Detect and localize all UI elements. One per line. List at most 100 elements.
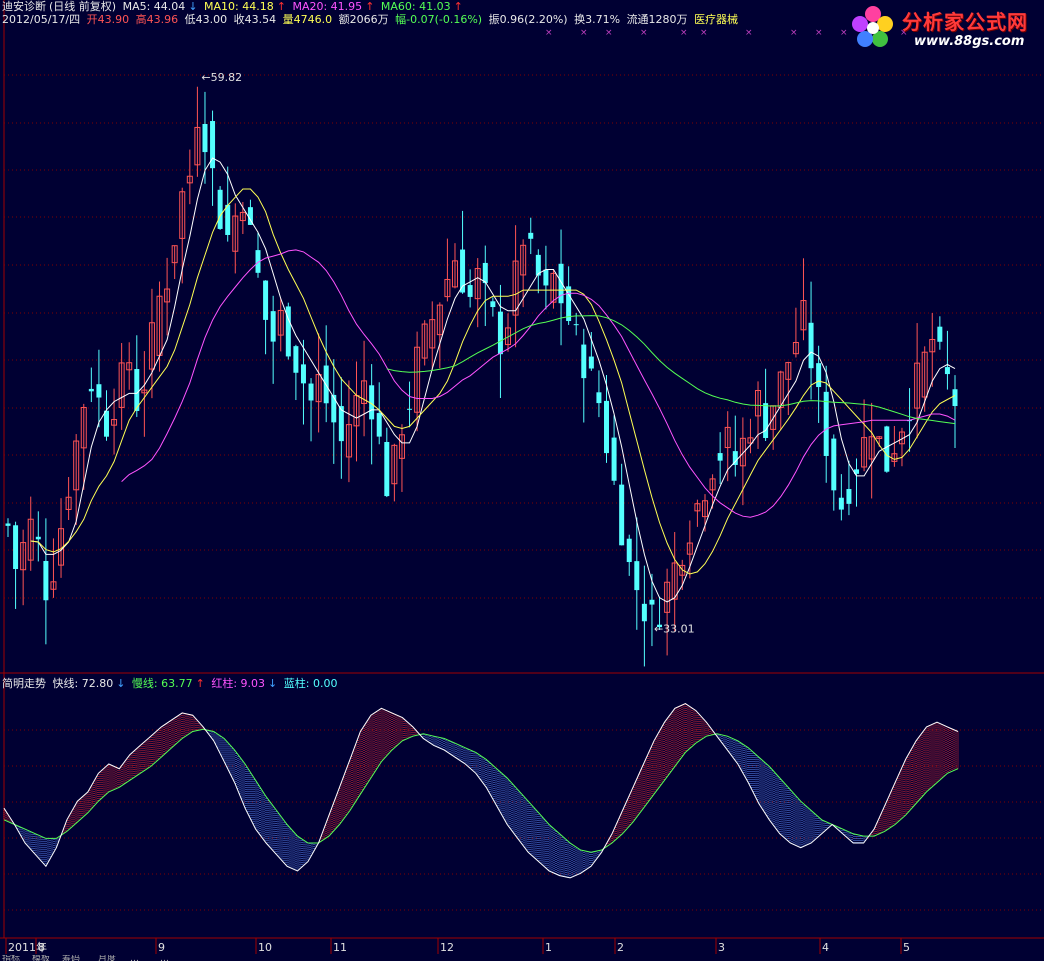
logo-title: 分析家公式网 [902, 10, 1028, 34]
tab-4[interactable]: … [130, 955, 139, 961]
candle-body [641, 603, 647, 622]
axis-tick-label: 12 [440, 941, 454, 954]
candle-body [831, 438, 837, 491]
axis-tick-label: 2 [617, 941, 624, 954]
ma-header: 迪安诊断 (日线 前复权) MA5: 44.04 ↓ MA10: 44.18 ↑ MA… [2, 0, 466, 13]
ma20-label: MA20: 41.95 [292, 0, 363, 13]
blue-bar-label: 蓝柱: 0.00 [283, 677, 338, 690]
indicator-header: 简明走势 快线: 72.80 ↓ 慢线: 63.77 ↑ 红柱: 9.03 ↓ 蓝柱:… [2, 677, 340, 690]
candle-body [952, 389, 958, 407]
candle-body [626, 538, 632, 563]
volume-label: 量4746.0 [282, 13, 333, 26]
amplitude-label: 振0.96(2.20%) [488, 13, 568, 26]
site-logo: 分析家公式网 www.88gs.com [844, 0, 1044, 58]
candle-body [43, 560, 49, 601]
axis-tick-label: 1 [545, 941, 552, 954]
candle-body [384, 441, 390, 497]
candle-body [634, 561, 640, 591]
chart-canvas: ←59.82←33.012011年8 9 10 11 12 1 2 3 4 5× × × × × × × × × ×… [0, 0, 1044, 954]
candle-body [482, 262, 488, 284]
event-marker-icon: × [790, 28, 798, 38]
tab-0[interactable]: 指标 [2, 955, 20, 961]
candle-body [96, 384, 102, 398]
tab-1[interactable]: 模板 [32, 955, 50, 961]
candle-body [763, 403, 769, 438]
candle-body [270, 311, 276, 342]
candle-body [543, 269, 549, 286]
axis-tick-label: 8 [38, 941, 45, 954]
candle-body [293, 346, 299, 373]
candle-body [808, 322, 814, 369]
date-label: 2012/05/17/四 [2, 13, 81, 26]
tab-3[interactable]: 月度 [98, 955, 116, 961]
candle-body [300, 364, 306, 384]
sector-label: 医疗器械 [694, 13, 739, 26]
candle-body [816, 363, 822, 388]
bottom-tab-bar: 指标 模板 筹码 月度 … … [0, 955, 1044, 961]
candle-body [937, 326, 943, 342]
arrow-up-icon: ↑ [276, 0, 286, 13]
ma60-label: MA60: 41.03 [380, 0, 451, 13]
candle-body [467, 285, 473, 297]
candle-body [596, 392, 602, 404]
event-marker-icon: × [815, 28, 823, 38]
candle-body [225, 204, 231, 235]
event-marker-icon: × [605, 28, 613, 38]
candle-body [202, 123, 208, 153]
event-marker-icon: × [545, 28, 553, 38]
period-label: (日线 前复权) [49, 0, 117, 13]
arrow-down-icon: ↓ [116, 677, 126, 690]
candle-body [611, 437, 617, 481]
ma60-line [386, 315, 956, 425]
turnover-label: 换3.71% [574, 13, 621, 26]
chart-window: { "header": { "stock_name": "迪安诊断", "per… [0, 0, 1044, 961]
axis-tick-label: 10 [258, 941, 272, 954]
ma5-label: MA5: 44.04 [122, 0, 186, 13]
candle-body [407, 408, 413, 410]
candle-body [308, 383, 314, 401]
candle-body [717, 453, 723, 461]
event-marker-icon: × [680, 28, 688, 38]
low-price-annotation: ←33.01 [654, 623, 695, 636]
flower-logo-icon [852, 6, 893, 47]
tab-2[interactable]: 筹码 [62, 955, 80, 961]
event-marker-icon: × [580, 28, 588, 38]
candle-body [217, 189, 223, 229]
candle-body [588, 356, 594, 369]
high-price-annotation: ←59.82 [201, 71, 242, 84]
candle-body [103, 410, 109, 437]
candle-body [13, 525, 19, 570]
axis-tick-label: 11 [333, 941, 347, 954]
candle-body [263, 280, 269, 320]
arrow-down-icon: ↓ [268, 677, 278, 690]
red-bar-label: 红柱: 9.03 [211, 677, 266, 690]
candle-body [528, 232, 534, 239]
logo-url: www.88gs.com [914, 34, 1025, 49]
arrow-down-icon: ↓ [188, 0, 198, 13]
event-marker-icon: × [640, 28, 648, 38]
candle-body [331, 394, 337, 423]
candle-body [490, 301, 496, 308]
candle-body [649, 599, 655, 605]
arrow-up-icon: ↑ [453, 0, 463, 13]
ma10-label: MA10: 44.18 [204, 0, 274, 13]
axis-tick-label: 3 [718, 941, 725, 954]
candle-body [619, 484, 625, 546]
axis-tick-label: 4 [822, 941, 829, 954]
tab-5[interactable]: … [160, 955, 169, 961]
stock-name: 迪安诊断 [2, 0, 46, 13]
candle-body [497, 311, 503, 355]
candle-body [376, 413, 382, 437]
candle-body [581, 344, 587, 379]
low-label: 低43.00 [184, 13, 228, 26]
fast-line-label: 快线: 72.80 [52, 677, 114, 690]
candle-body [573, 324, 579, 326]
arrow-up-icon: ↑ [365, 0, 375, 13]
amount-label: 额2066万 [338, 13, 389, 26]
arrow-up-icon: ↑ [195, 677, 205, 690]
candle-body [838, 497, 844, 510]
change-label: 幅-0.07(-0.16%) [395, 13, 483, 26]
open-label: 开43.90 [86, 13, 130, 26]
event-marker-icon: × [700, 28, 708, 38]
float-label: 流通1280万 [626, 13, 688, 26]
